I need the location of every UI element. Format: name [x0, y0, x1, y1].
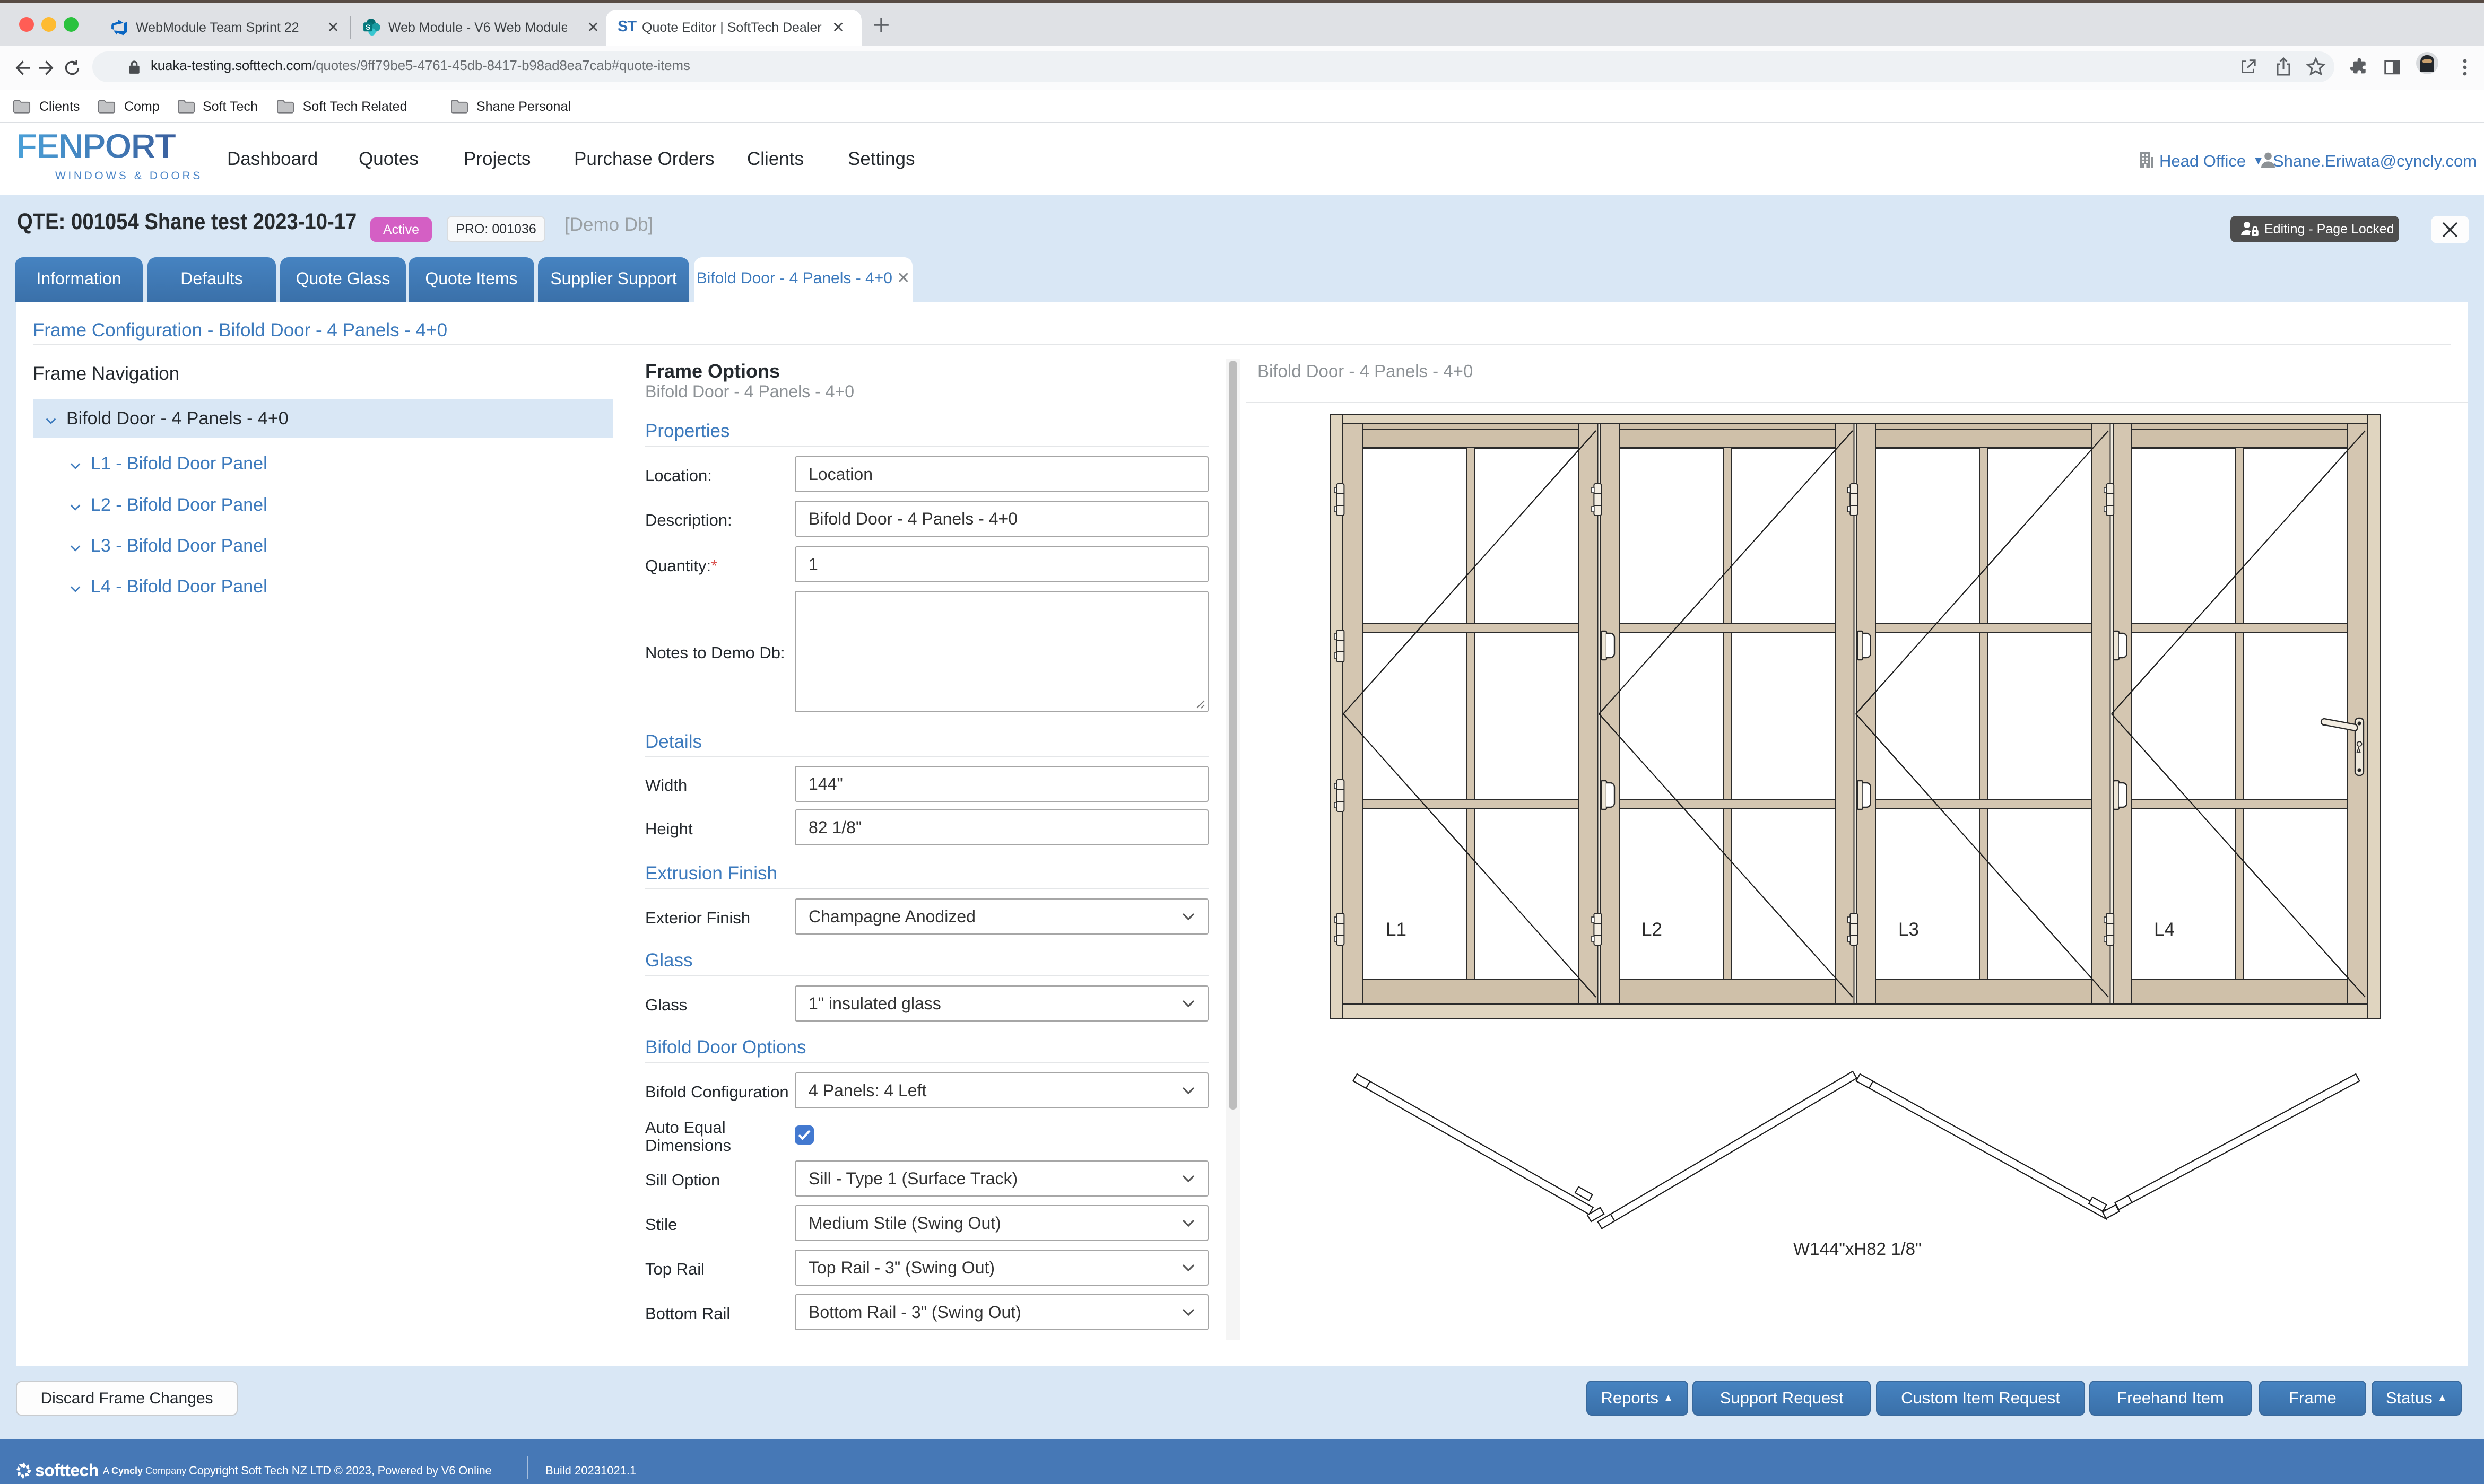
svg-text:S: S: [366, 23, 370, 31]
svg-text:L2: L2: [1641, 919, 1662, 940]
svg-text:L4: L4: [2154, 919, 2175, 940]
svg-text:L1: L1: [1386, 919, 1406, 940]
svg-text:FENPORT: FENPORT: [16, 128, 176, 163]
svg-text:W144"xH82 1/8": W144"xH82 1/8": [1793, 1239, 1922, 1259]
svg-text:L3: L3: [1898, 919, 1919, 940]
